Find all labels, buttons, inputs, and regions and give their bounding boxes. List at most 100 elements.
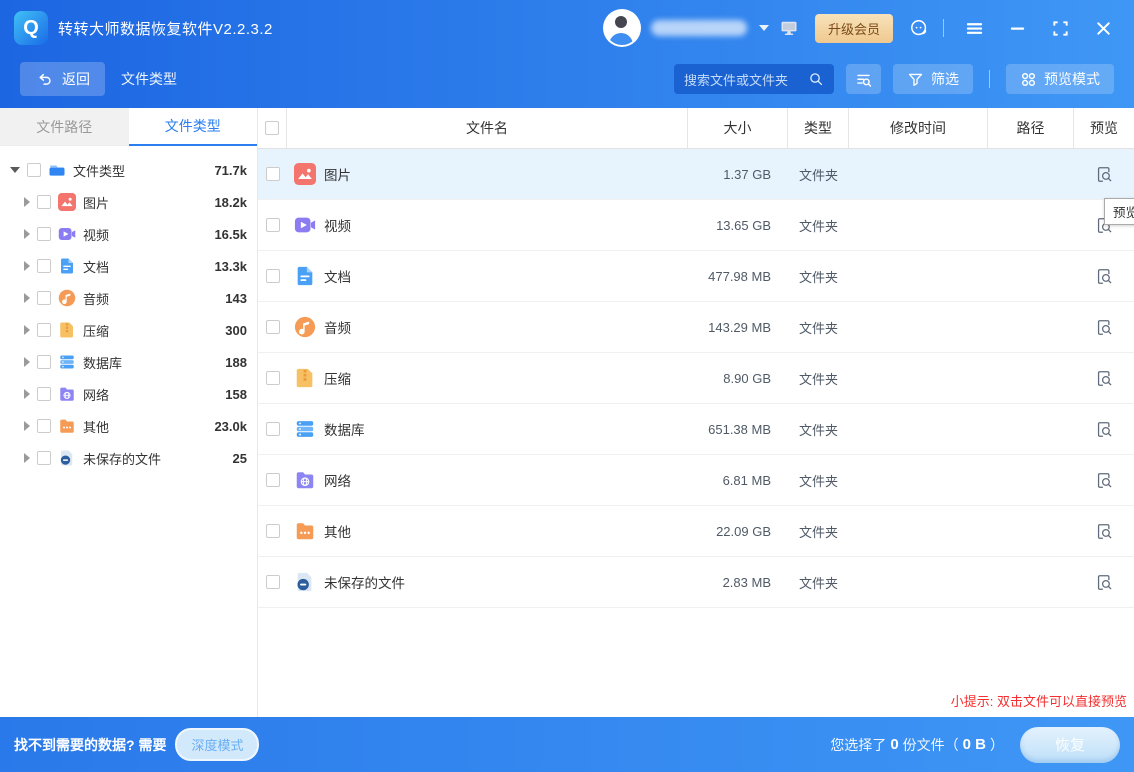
tree-item[interactable]: 未保存的文件25 — [0, 442, 257, 474]
table-row[interactable]: 数据库651.38 MB文件夹 — [258, 404, 1134, 455]
tab-file-type[interactable]: 文件类型 — [129, 108, 258, 146]
preview-icon[interactable] — [1095, 369, 1114, 388]
tab-file-path[interactable]: 文件路径 — [0, 108, 129, 146]
tree-checkbox[interactable] — [37, 387, 51, 401]
tree-item-count: 25 — [233, 451, 247, 466]
advanced-search-button[interactable] — [846, 64, 881, 94]
tree-item-count: 16.5k — [214, 227, 247, 242]
customer-service-icon[interactable] — [909, 18, 929, 38]
row-checkbox[interactable] — [266, 422, 280, 436]
maximize-icon[interactable] — [1051, 19, 1070, 38]
close-icon[interactable] — [1094, 19, 1113, 38]
tree-checkbox[interactable] — [37, 323, 51, 337]
username-masked[interactable] — [651, 20, 747, 36]
tree-item[interactable]: 视频16.5k — [0, 218, 257, 250]
tree-checkbox[interactable] — [37, 291, 51, 305]
title-bar: Q 转转大师数据恢复软件V2.2.3.2 升级会员 — [0, 0, 1134, 56]
main-panel: 文件名 大小 类型 修改时间 路径 预览 图片1.37 GB文件夹视频13.65… — [258, 108, 1134, 717]
tree-checkbox[interactable] — [37, 451, 51, 465]
deep-mode-button[interactable]: 深度模式 — [175, 728, 259, 761]
tree-checkbox[interactable] — [37, 227, 51, 241]
expand-arrow-icon[interactable] — [24, 453, 30, 463]
tree-checkbox[interactable] — [37, 195, 51, 209]
tree-item-label: 音频 — [83, 289, 225, 308]
preview-icon[interactable] — [1095, 267, 1114, 286]
table-row[interactable]: 网络6.81 MB文件夹 — [258, 455, 1134, 506]
sidebar-tabs: 文件路径 文件类型 — [0, 108, 257, 146]
upgrade-member-button[interactable]: 升级会员 — [815, 14, 893, 43]
minimize-icon[interactable] — [1008, 19, 1027, 38]
preview-icon[interactable] — [1095, 471, 1114, 490]
table-row[interactable]: 其他22.09 GB文件夹 — [258, 506, 1134, 557]
row-checkbox[interactable] — [266, 524, 280, 538]
network-icon — [58, 385, 76, 403]
tree-item-label: 文档 — [83, 257, 214, 276]
back-button-label: 返回 — [62, 69, 90, 89]
tree-checkbox[interactable] — [37, 419, 51, 433]
row-checkbox[interactable] — [266, 269, 280, 283]
expand-arrow-icon[interactable] — [24, 229, 30, 239]
titlebar-divider — [943, 19, 944, 37]
table-row[interactable]: 视频13.65 GB文件夹 — [258, 200, 1134, 251]
menu-icon[interactable] — [965, 19, 984, 38]
expand-arrow-icon[interactable] — [24, 421, 30, 431]
row-checkbox[interactable] — [266, 218, 280, 232]
expand-arrow-icon[interactable] — [24, 325, 30, 335]
row-checkbox[interactable] — [266, 473, 280, 487]
user-avatar[interactable] — [603, 9, 641, 47]
table-row[interactable]: 音频143.29 MB文件夹 — [258, 302, 1134, 353]
table-row[interactable]: 压缩8.90 GB文件夹 — [258, 353, 1134, 404]
row-checkbox-cell — [258, 320, 287, 334]
header-filename[interactable]: 文件名 — [287, 108, 688, 148]
chevron-down-icon[interactable] — [759, 25, 769, 31]
back-button[interactable]: 返回 — [20, 62, 105, 96]
row-checkbox[interactable] — [266, 575, 280, 589]
tree-checkbox[interactable] — [37, 355, 51, 369]
collapse-arrow-icon[interactable] — [10, 167, 20, 173]
tree-checkbox[interactable] — [37, 259, 51, 273]
search-input[interactable]: 搜索文件或文件夹 — [674, 64, 834, 94]
other-icon — [294, 520, 316, 542]
tree-checkbox[interactable] — [27, 163, 41, 177]
expand-arrow-icon[interactable] — [24, 293, 30, 303]
tree-item[interactable]: 数据库188 — [0, 346, 257, 378]
row-type: 文件夹 — [788, 267, 849, 286]
tree-item[interactable]: 文件类型71.7k — [0, 154, 257, 186]
preview-icon[interactable] — [1095, 522, 1114, 541]
filter-button[interactable]: 筛选 — [893, 64, 973, 94]
row-checkbox[interactable] — [266, 371, 280, 385]
select-all-checkbox[interactable] — [265, 121, 279, 135]
table-row[interactable]: 文档477.98 MB文件夹 — [258, 251, 1134, 302]
preview-icon[interactable] — [1095, 318, 1114, 337]
preview-mode-button[interactable]: 预览模式 — [1006, 64, 1114, 94]
header-preview[interactable]: 预览 — [1074, 108, 1134, 148]
preview-icon[interactable] — [1095, 573, 1114, 592]
selection-count: 0 — [890, 736, 898, 753]
row-preview-cell — [1074, 318, 1134, 337]
row-checkbox[interactable] — [266, 320, 280, 334]
database-icon — [294, 418, 316, 440]
preview-icon[interactable] — [1095, 420, 1114, 439]
tree-item[interactable]: 压缩300 — [0, 314, 257, 346]
tree-item[interactable]: 网络158 — [0, 378, 257, 410]
table-row[interactable]: 未保存的文件2.83 MB文件夹 — [258, 557, 1134, 608]
tree-item[interactable]: 音频143 — [0, 282, 257, 314]
preview-icon[interactable] — [1095, 165, 1114, 184]
tree-item[interactable]: 其他23.0k — [0, 410, 257, 442]
tree-item[interactable]: 文档13.3k — [0, 250, 257, 282]
recover-button[interactable]: 恢复 — [1020, 727, 1120, 763]
expand-arrow-icon[interactable] — [24, 261, 30, 271]
archive-icon — [294, 367, 316, 389]
row-checkbox[interactable] — [266, 167, 280, 181]
expand-arrow-icon[interactable] — [24, 389, 30, 399]
header-mtime[interactable]: 修改时间 — [849, 108, 988, 148]
header-path[interactable]: 路径 — [988, 108, 1074, 148]
monitor-icon[interactable] — [779, 18, 799, 38]
header-size[interactable]: 大小 — [688, 108, 788, 148]
expand-arrow-icon[interactable] — [24, 357, 30, 367]
tree-item[interactable]: 图片18.2k — [0, 186, 257, 218]
expand-arrow-icon[interactable] — [24, 197, 30, 207]
header-type[interactable]: 类型 — [788, 108, 849, 148]
row-checkbox-cell — [258, 269, 287, 283]
table-row[interactable]: 图片1.37 GB文件夹 — [258, 149, 1134, 200]
